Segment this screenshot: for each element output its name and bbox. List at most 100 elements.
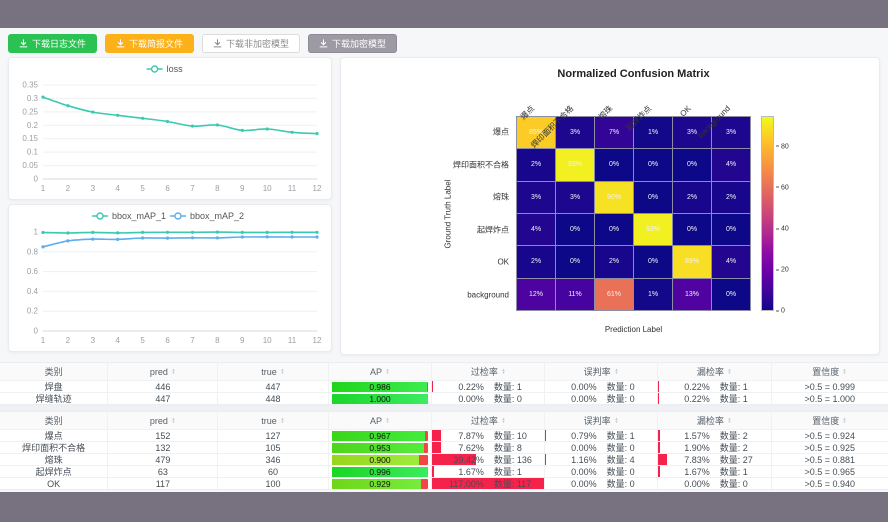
- sorter-icon[interactable]: ▲▼: [842, 418, 847, 424]
- legend-item-loss[interactable]: loss: [147, 64, 184, 74]
- heatmap-cell: 4%: [712, 149, 750, 180]
- cell-ap: 1.000: [329, 393, 433, 404]
- rate-percent: 0.22%: [658, 382, 710, 392]
- cell-ap: 0.986: [329, 381, 433, 392]
- window-bottom-bar: [0, 492, 888, 522]
- svg-text:8: 8: [215, 336, 220, 345]
- column-label: true: [261, 416, 277, 426]
- sorter-icon[interactable]: ▲▼: [385, 418, 390, 424]
- cell-value: 0%: [687, 226, 697, 233]
- sorter-icon[interactable]: ▲▼: [727, 418, 732, 424]
- column-label: 置信度: [812, 414, 839, 427]
- heatmap-cell: 4%: [517, 214, 555, 245]
- rate-percent: 1.57%: [658, 431, 710, 441]
- heatmap-cell: 1%: [634, 279, 672, 310]
- confusion-matrix-panel: Normalized Confusion Matrix 85%3%7%1%3%3…: [340, 57, 880, 355]
- download-log-button[interactable]: 下载日志文件: [8, 34, 97, 53]
- column-label: AP: [370, 416, 382, 426]
- legend-item-bbox_mAP_2[interactable]: bbox_mAP_2: [170, 211, 244, 221]
- svg-text:7: 7: [190, 336, 195, 345]
- cell-miss: 0.22%数量: 1: [658, 381, 772, 392]
- svg-text:1: 1: [41, 336, 46, 345]
- ap-value: 0.929: [332, 479, 429, 489]
- svg-text:0.1: 0.1: [27, 148, 39, 157]
- download-icon: [213, 39, 222, 48]
- rate-count: 数量: 8: [484, 442, 544, 453]
- cell-value: 11%: [568, 291, 582, 298]
- button-label: 下载加密模型: [332, 37, 386, 50]
- cell-cls: 爆点: [0, 430, 108, 441]
- cell-pred: 63: [108, 466, 218, 477]
- sorter-icon[interactable]: ▲▼: [171, 418, 176, 424]
- svg-text:11: 11: [288, 336, 297, 345]
- cell-miss: 7.83%数量: 27: [658, 454, 772, 465]
- cell-value: 12%: [529, 291, 543, 298]
- cell-true: 100: [218, 478, 328, 489]
- cell-pred: 446: [108, 381, 218, 392]
- svg-text:0.2: 0.2: [27, 121, 39, 130]
- cell-value: 89%: [685, 258, 699, 265]
- column-label: AP: [370, 367, 382, 377]
- cell-cls: 焊盘: [0, 381, 108, 392]
- download-plain-model-button[interactable]: 下载非加密模型: [202, 34, 300, 53]
- cell-value: 7%: [609, 129, 619, 136]
- svg-text:4: 4: [116, 336, 121, 345]
- column-header-conf: 置信度▲▼: [772, 412, 888, 429]
- cell-over: 7.62%数量: 8: [432, 442, 545, 453]
- rate-percent: 0.22%: [658, 394, 710, 404]
- heatmap-cell: 4%: [712, 246, 750, 277]
- cell-cls: 焊缝轨迹: [0, 393, 108, 404]
- row-label: OK: [341, 258, 509, 267]
- sorter-icon[interactable]: ▲▼: [842, 369, 847, 375]
- sorter-icon[interactable]: ▲▼: [501, 369, 506, 375]
- download-encrypted-model-button[interactable]: 下载加密模型: [308, 34, 397, 53]
- download-report-button[interactable]: 下载简报文件: [105, 34, 194, 53]
- cell-conf: >0.5 = 1.000: [772, 393, 888, 404]
- cell-true: 60: [218, 466, 328, 477]
- rate-count: 数量: 2: [710, 442, 771, 453]
- column-header-cls: 类别: [0, 412, 108, 429]
- column-label: true: [261, 367, 277, 377]
- svg-text:0: 0: [34, 175, 39, 184]
- heatmap-cell: 2%: [595, 246, 633, 277]
- sorter-icon[interactable]: ▲▼: [614, 369, 619, 375]
- svg-text:10: 10: [263, 336, 272, 345]
- cell-over: 39.42%数量: 136: [432, 454, 545, 465]
- cell-true: 447: [218, 381, 328, 392]
- table-header-row: 类别pred▲▼true▲▼AP▲▼过检率▲▼误判率▲▼漏检率▲▼置信度▲▼: [0, 363, 888, 380]
- sorter-icon[interactable]: ▲▼: [280, 369, 285, 375]
- sorter-icon[interactable]: ▲▼: [727, 369, 732, 375]
- svg-text:5: 5: [140, 184, 145, 193]
- column-label: 误判率: [584, 365, 611, 378]
- sorter-icon[interactable]: ▲▼: [614, 418, 619, 424]
- table-row: 焊缝轨迹4474481.0000.00%数量: 00.00%数量: 00.22%…: [0, 392, 888, 404]
- cell-cls: 起焊炸点: [0, 466, 108, 477]
- cell-ap: 0.967: [329, 430, 433, 441]
- cell-over: 1.67%数量: 1: [432, 466, 545, 477]
- row-label: 爆点: [341, 127, 509, 138]
- legend-item-bbox_mAP_1[interactable]: bbox_mAP_1: [92, 211, 166, 221]
- sorter-icon[interactable]: ▲▼: [501, 418, 506, 424]
- cell-cls: 熔珠: [0, 454, 108, 465]
- cell-pred: 117: [108, 478, 218, 489]
- rate-percent: 117.00%: [432, 479, 483, 489]
- svg-text:9: 9: [240, 336, 245, 345]
- cell-value: 93%: [568, 161, 582, 168]
- svg-text:10: 10: [263, 184, 272, 193]
- sorter-icon[interactable]: ▲▼: [280, 418, 285, 424]
- heatmap-cell: 93%: [556, 149, 594, 180]
- cell-value: 2%: [687, 194, 697, 201]
- cell-value: 0%: [648, 258, 658, 265]
- ap-value: 0.967: [332, 431, 429, 441]
- button-label: 下载日志文件: [32, 37, 86, 50]
- cell-pred: 152: [108, 430, 218, 441]
- sorter-icon[interactable]: ▲▼: [385, 369, 390, 375]
- cell-over: 0.22%数量: 1: [432, 381, 545, 392]
- svg-text:3: 3: [91, 336, 96, 345]
- column-label: 类别: [45, 365, 63, 378]
- cell-conf: >0.5 = 0.999: [772, 381, 888, 392]
- table-row: 起焊炸点63600.9961.67%数量: 10.00%数量: 01.67%数量…: [0, 465, 888, 477]
- sorter-icon[interactable]: ▲▼: [171, 369, 176, 375]
- heatmap-cell: 61%: [595, 279, 633, 310]
- loss-chart: 00.050.10.150.20.250.30.3512345678910111…: [9, 58, 331, 199]
